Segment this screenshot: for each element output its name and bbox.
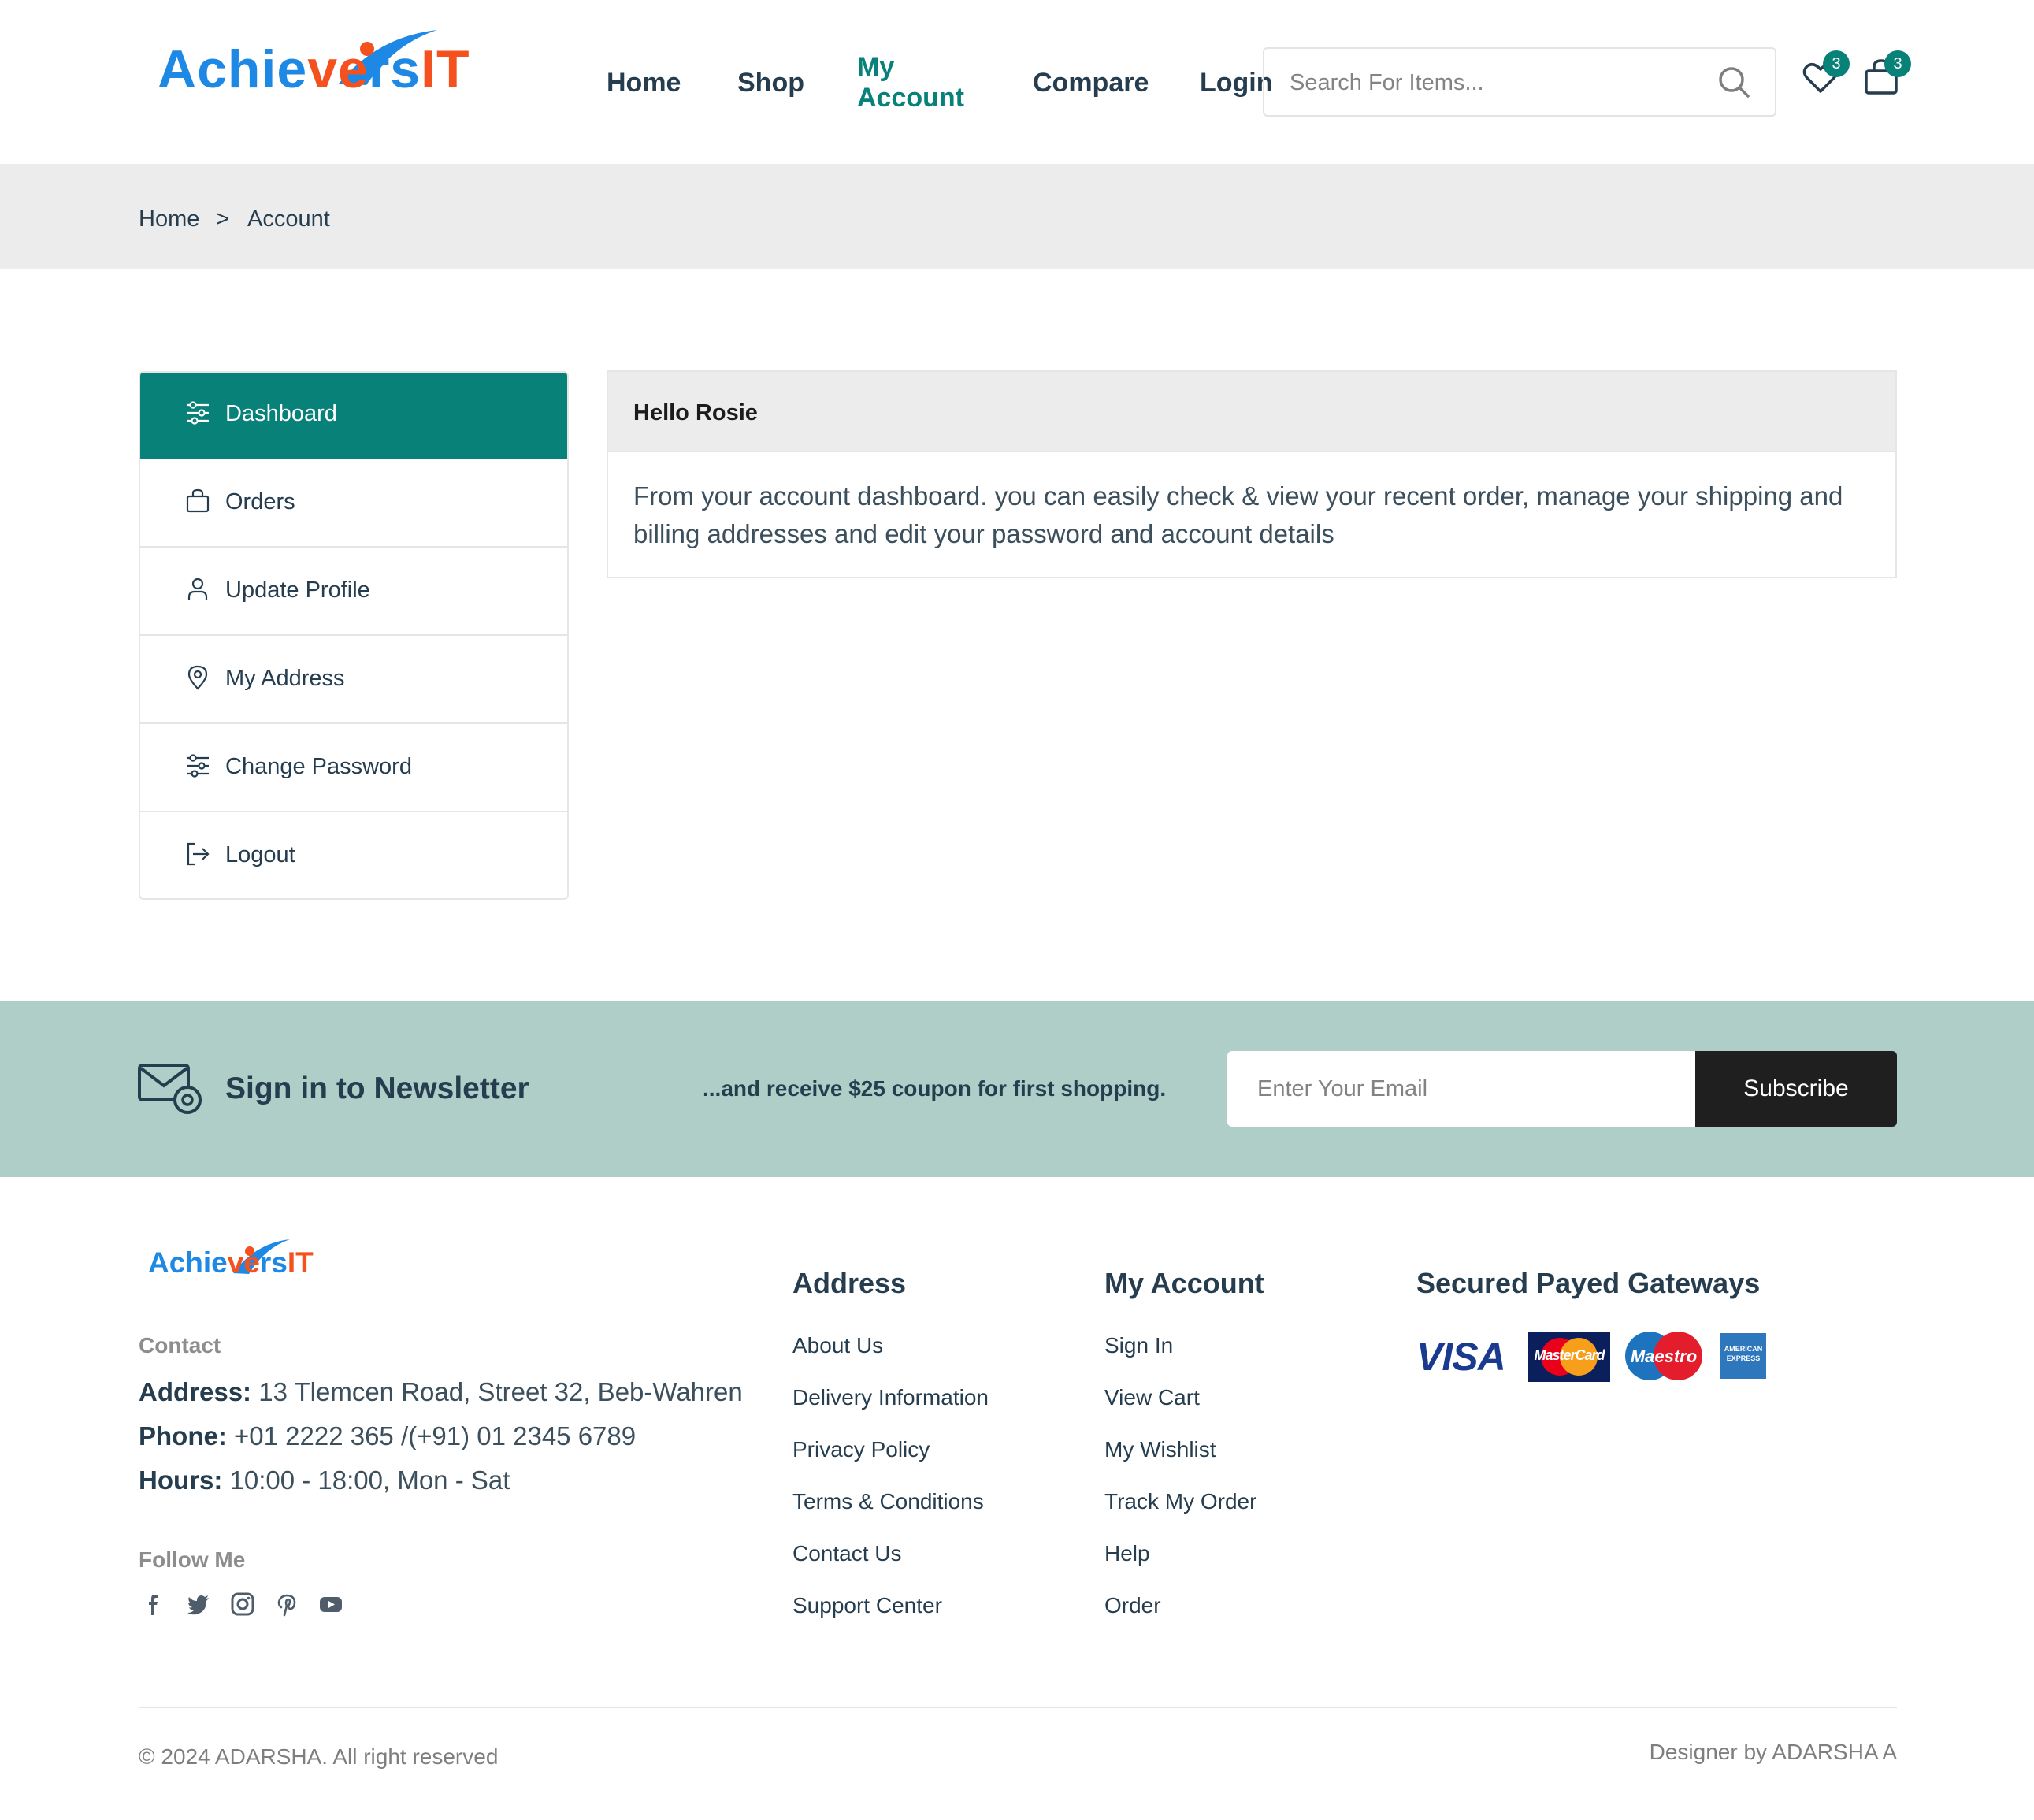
cart-button[interactable]: 3 xyxy=(1861,50,1911,104)
wishlist-count-badge: 3 xyxy=(1823,50,1850,77)
copyright-text: © 2024 ADARSHA. All right reserved xyxy=(139,1744,499,1769)
menu-label-change-password: Change Password xyxy=(225,754,412,779)
newsletter-email-input[interactable] xyxy=(1227,1051,1695,1127)
nav-login[interactable]: Login xyxy=(1200,68,1273,98)
contact-hours: Hours: 10:00 - 18:00, Mon - Sat xyxy=(139,1465,510,1495)
newsletter-subtitle: ...and receive $25 coupon for first shop… xyxy=(703,1076,1167,1101)
menu-item-dashboard[interactable]: Dashboard xyxy=(140,373,567,459)
menu-label-my-address: My Address xyxy=(225,666,345,691)
footer-link-sign-in[interactable]: Sign In xyxy=(1104,1333,1173,1358)
menu-label-update-profile: Update Profile xyxy=(225,578,370,603)
site-logo[interactable]: AchieversIT xyxy=(158,28,504,115)
sliders-icon xyxy=(187,754,209,778)
footer-link-order[interactable]: Order xyxy=(1104,1593,1161,1618)
menu-item-orders[interactable]: Orders xyxy=(140,461,567,548)
mail-icon xyxy=(138,1064,202,1114)
menu-item-my-address[interactable]: My Address xyxy=(140,637,567,724)
sliders-icon xyxy=(187,401,209,425)
pinterest-icon[interactable] xyxy=(274,1592,299,1617)
menu-label-dashboard: Dashboard xyxy=(225,401,337,426)
breadcrumb-home[interactable]: Home xyxy=(139,206,199,232)
mastercard-logo: MasterCard xyxy=(1528,1332,1610,1382)
breadcrumb-separator: > xyxy=(216,206,229,232)
contact-address: Address: 13 Tlemcen Road, Street 32, Beb… xyxy=(139,1377,743,1406)
footer-link-track-my-order[interactable]: Track My Order xyxy=(1104,1489,1256,1514)
youtube-icon[interactable] xyxy=(318,1592,343,1617)
menu-label-orders: Orders xyxy=(225,489,295,514)
newsletter-form: Subscribe xyxy=(1227,1051,1897,1127)
menu-item-change-password[interactable]: Change Password xyxy=(140,726,567,812)
footer-link-view-cart[interactable]: View Cart xyxy=(1104,1385,1200,1410)
dashboard-card-header: Hello Rosie xyxy=(608,372,1895,452)
dashboard-description: From your account dashboard. you can eas… xyxy=(633,481,1843,548)
nav-my-account[interactable]: My Account xyxy=(857,52,964,113)
nav-home[interactable]: Home xyxy=(607,68,681,98)
search-box xyxy=(1263,47,1776,117)
search-input[interactable] xyxy=(1288,49,1717,117)
dashboard-greeting: Hello Rosie xyxy=(633,400,758,425)
footer-link-help[interactable]: Help xyxy=(1104,1541,1150,1566)
footer-link-my-wishlist[interactable]: My Wishlist xyxy=(1104,1437,1216,1462)
menu-item-update-profile[interactable]: Update Profile xyxy=(140,549,567,636)
visa-logo: VISA xyxy=(1416,1335,1506,1379)
footer-link-delivery-information[interactable]: Delivery Information xyxy=(792,1385,989,1410)
footer-logo-wordmark: AchieversIT xyxy=(148,1246,314,1279)
dashboard-card: Hello Rosie From your account dashboard.… xyxy=(607,370,1897,578)
nav-my-account-line1: My xyxy=(857,52,895,82)
maestro-logo: Maestro xyxy=(1623,1330,1705,1382)
location-pin-icon xyxy=(187,665,208,690)
facebook-icon[interactable] xyxy=(142,1592,167,1617)
subscribe-button[interactable]: Subscribe xyxy=(1695,1051,1897,1127)
footer-link-privacy-policy[interactable]: Privacy Policy xyxy=(792,1437,930,1462)
menu-label-logout: Logout xyxy=(225,842,295,867)
footer-logo[interactable]: AchieversIT xyxy=(148,1239,337,1286)
amex-logo: AMERICAN EXPRESS xyxy=(1720,1333,1766,1379)
logo-wordmark: AchieversIT xyxy=(158,39,470,99)
footer-col-my-account-title: My Account xyxy=(1104,1267,1264,1299)
footer-divider xyxy=(139,1707,1897,1708)
designer-credit: Designer by ADARSHA A xyxy=(1649,1740,1897,1764)
wishlist-button[interactable]: 3 xyxy=(1799,50,1850,104)
footer-col-payment-title: Secured Payed Gateways xyxy=(1416,1267,1761,1299)
contact-phone: Phone: +01 2222 365 /(+91) 01 2345 6789 xyxy=(139,1421,637,1450)
footer-link-support-center[interactable]: Support Center xyxy=(792,1593,942,1618)
newsletter-title: Sign in to Newsletter xyxy=(225,1072,529,1105)
breadcrumb-current: Account xyxy=(247,206,330,232)
user-icon xyxy=(187,578,208,600)
nav-shop[interactable]: Shop xyxy=(737,68,804,98)
search-icon[interactable] xyxy=(1717,65,1751,99)
cart-count-badge: 3 xyxy=(1884,50,1911,77)
footer-link-terms-conditions[interactable]: Terms & Conditions xyxy=(792,1489,984,1514)
footer-link-contact-us[interactable]: Contact Us xyxy=(792,1541,902,1566)
menu-item-logout[interactable]: Logout xyxy=(140,814,567,898)
nav-compare[interactable]: Compare xyxy=(1033,68,1149,98)
instagram-icon[interactable] xyxy=(230,1592,255,1617)
follow-label: Follow Me xyxy=(139,1547,246,1572)
footer-link-about-us[interactable]: About Us xyxy=(792,1333,883,1358)
twitter-icon[interactable] xyxy=(186,1592,211,1617)
footer-col-address-title: Address xyxy=(792,1267,907,1299)
contact-label: Contact xyxy=(139,1333,221,1358)
account-menu: Dashboard Orders Update Profile My Addre… xyxy=(139,371,569,900)
nav-my-account-line2: Account xyxy=(857,83,964,113)
logout-icon xyxy=(187,842,210,866)
bag-icon xyxy=(186,488,210,513)
